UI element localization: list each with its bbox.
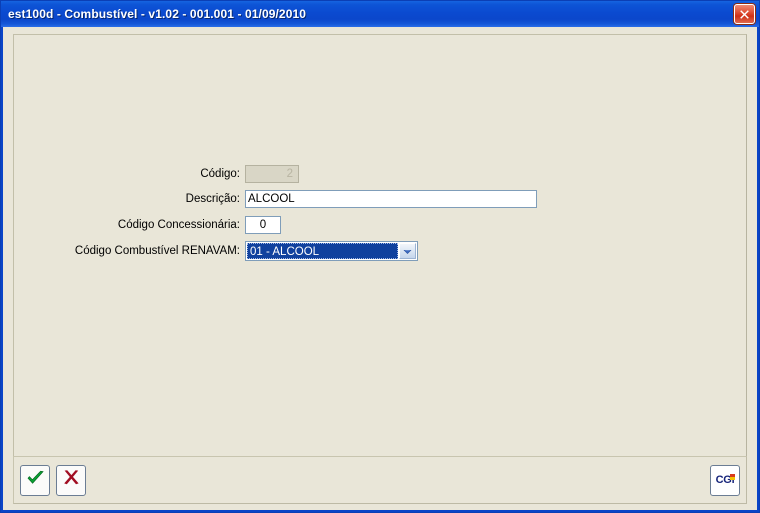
label-codigo-renavam: Código Combustível RENAVAM: xyxy=(74,245,240,257)
window-title: est100d - Combustível - v1.02 - 001.001 … xyxy=(8,7,307,21)
fuel-form: Código: Descrição: Código Concessionária… xyxy=(14,161,746,264)
descricao-input[interactable] xyxy=(245,190,537,208)
label-codigo-concessionaria: Código Concessionária: xyxy=(117,219,240,231)
confirm-button[interactable] xyxy=(20,464,50,496)
cgi-logo-button[interactable]: CGi xyxy=(710,464,740,496)
label-descricao: Descrição: xyxy=(185,193,240,205)
label-codigo: Código: xyxy=(200,167,240,180)
close-icon xyxy=(739,9,750,20)
main-panel: Código: Descrição: Código Concessionária… xyxy=(13,34,747,475)
codigo-renavam-combobox[interactable]: 01 - ALCOOL xyxy=(245,241,418,261)
codigo-concessionaria-input[interactable] xyxy=(245,216,281,234)
cancel-button[interactable] xyxy=(56,464,86,496)
form-row-codigo-concessionaria: Código Concessionária: xyxy=(14,212,746,238)
check-icon xyxy=(26,469,45,491)
close-button[interactable] xyxy=(734,4,755,24)
form-row-codigo: Código: xyxy=(14,161,746,186)
title-bar: est100d - Combustível - v1.02 - 001.001 … xyxy=(1,1,759,27)
cgi-logo-flag-icon xyxy=(730,473,735,480)
form-row-codigo-renavam: Código Combustível RENAVAM: 01 - ALCOOL xyxy=(14,238,746,264)
client-area: Código: Descrição: Código Concessionária… xyxy=(3,27,757,510)
codigo-renavam-selected-value: 01 - ALCOOL xyxy=(247,243,398,259)
chevron-down-icon xyxy=(403,242,412,260)
application-window: est100d - Combustível - v1.02 - 001.001 … xyxy=(0,0,760,513)
form-row-descricao: Descrição: xyxy=(14,186,746,212)
combobox-dropdown-button[interactable] xyxy=(399,243,416,259)
bottom-toolbar: CGi xyxy=(13,456,747,504)
codigo-input xyxy=(245,164,299,183)
x-icon xyxy=(62,469,81,491)
